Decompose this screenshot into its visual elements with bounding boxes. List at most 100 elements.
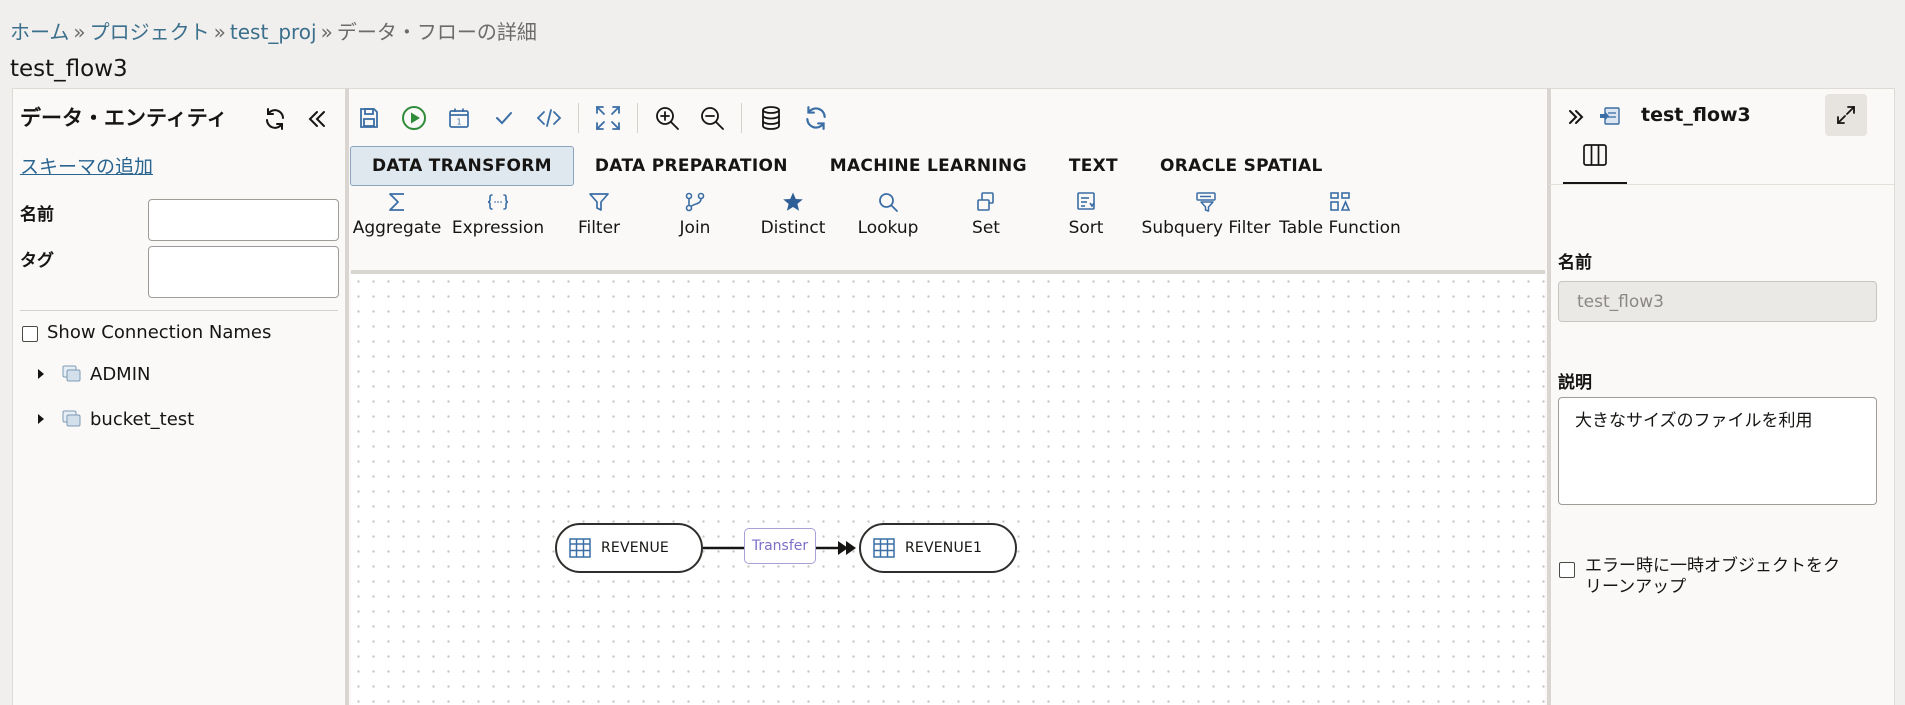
palette-item-label: Distinct bbox=[760, 218, 826, 238]
table-icon bbox=[873, 538, 895, 558]
double-chevron-right-icon bbox=[1569, 110, 1584, 124]
cleanup-on-error-label: エラー時に一時オブジェクトをク リーンアップ bbox=[1585, 556, 1840, 598]
cleanup-label-line: リーンアップ bbox=[1585, 577, 1687, 597]
name-filter-input[interactable] bbox=[148, 199, 339, 241]
palette-item-label: Aggregate bbox=[352, 218, 442, 238]
breadcrumb-project-link[interactable]: test_proj bbox=[230, 20, 317, 44]
toolbar-separator bbox=[637, 103, 638, 133]
description-label: 説明 bbox=[1558, 373, 1592, 393]
database-button[interactable] bbox=[755, 102, 787, 134]
check-icon bbox=[496, 112, 512, 125]
star-icon bbox=[782, 188, 804, 216]
connector-lines bbox=[703, 541, 856, 555]
subquery-filter-icon bbox=[1195, 188, 1217, 216]
expression-icon bbox=[485, 188, 511, 216]
breadcrumb-separator: » bbox=[213, 20, 226, 44]
toolbar-separator bbox=[578, 103, 579, 133]
palette-item-label: Lookup bbox=[857, 218, 919, 238]
add-schema-link[interactable]: スキーマの追加 bbox=[20, 152, 153, 179]
tab-oracle-spatial[interactable]: ORACLE SPATIAL bbox=[1139, 146, 1344, 186]
validate-button[interactable] bbox=[488, 102, 520, 134]
save-button[interactable] bbox=[353, 102, 385, 134]
tag-filter-input[interactable] bbox=[148, 246, 339, 298]
expand-icon bbox=[1837, 106, 1855, 124]
palette-item-distinct[interactable]: Distinct bbox=[753, 188, 833, 238]
collapse-panel-button[interactable] bbox=[302, 104, 332, 134]
breadcrumb-projects-link[interactable]: プロジェクト bbox=[90, 20, 210, 44]
toolbar: 1 bbox=[353, 102, 832, 134]
tab-data-preparation[interactable]: DATA PREPARATION bbox=[574, 146, 809, 186]
tree-item-label: bucket_test bbox=[90, 408, 195, 430]
target-node-revenue1[interactable]: REVENUE1 bbox=[859, 523, 1017, 573]
zoom-in-button[interactable] bbox=[651, 102, 683, 134]
editor-area: 1 DATA TRANSFORM DATA PREPARATION MACHIN… bbox=[349, 88, 1547, 705]
zoom-out-button[interactable] bbox=[696, 102, 728, 134]
caret-right-icon[interactable] bbox=[38, 369, 44, 379]
breadcrumb-separator: » bbox=[320, 20, 333, 44]
zoom-in-icon bbox=[656, 107, 679, 130]
expand-panel-toggle[interactable] bbox=[1563, 104, 1589, 130]
flow-name-field: test_flow3 bbox=[1558, 281, 1877, 322]
tab-machine-learning[interactable]: MACHINE LEARNING bbox=[809, 146, 1048, 186]
palette-item-label: Subquery Filter bbox=[1141, 218, 1271, 238]
palette-item-filter[interactable]: Filter bbox=[569, 188, 629, 238]
component-palette: Aggregate Expression Filter Join Distinc… bbox=[349, 188, 1547, 248]
refresh-icon bbox=[266, 108, 284, 130]
palette-item-label: Filter bbox=[577, 218, 621, 238]
palette-item-subquery-filter[interactable]: Subquery Filter bbox=[1141, 188, 1271, 238]
show-connection-names-checkbox[interactable] bbox=[22, 326, 38, 342]
tree-item-admin[interactable]: ADMIN bbox=[38, 359, 150, 389]
palette-item-label: Sort bbox=[1068, 218, 1104, 238]
name-label: 名前 bbox=[20, 205, 54, 225]
zoom-out-icon bbox=[701, 107, 724, 130]
breadcrumb-separator: » bbox=[73, 20, 86, 44]
panel-title: データ・エンティティ bbox=[20, 106, 228, 130]
schedule-button[interactable]: 1 bbox=[443, 102, 475, 134]
palette-item-lookup[interactable]: Lookup bbox=[853, 188, 923, 238]
cleanup-on-error-checkbox[interactable] bbox=[1559, 562, 1575, 578]
palette-item-label: Table Function bbox=[1279, 218, 1401, 238]
join-icon bbox=[684, 188, 706, 216]
table-icon bbox=[569, 538, 591, 558]
refresh-entities-button[interactable] bbox=[260, 104, 290, 134]
source-node-revenue[interactable]: REVENUE bbox=[555, 523, 703, 573]
tree-item-label: ADMIN bbox=[90, 363, 151, 385]
maximize-button[interactable] bbox=[1825, 94, 1867, 136]
search-icon bbox=[877, 188, 899, 216]
tab-data-transform[interactable]: DATA TRANSFORM bbox=[350, 146, 574, 186]
svg-text:1: 1 bbox=[456, 118, 461, 127]
palette-item-sort[interactable]: Sort bbox=[1061, 188, 1111, 238]
palette-item-aggregate[interactable]: Aggregate bbox=[353, 188, 441, 238]
caret-right-icon[interactable] bbox=[38, 414, 44, 424]
run-icon bbox=[402, 106, 426, 130]
breadcrumb-home-link[interactable]: ホーム bbox=[10, 20, 69, 44]
save-icon bbox=[360, 108, 378, 128]
component-tabs: DATA TRANSFORM DATA PREPARATION MACHINE … bbox=[350, 146, 1344, 186]
palette-item-expression[interactable]: Expression bbox=[451, 188, 545, 238]
palette-item-set[interactable]: Set bbox=[961, 188, 1011, 238]
sigma-icon bbox=[387, 188, 407, 216]
fit-to-screen-button[interactable] bbox=[592, 102, 624, 134]
database-icon bbox=[762, 106, 780, 130]
run-button[interactable] bbox=[398, 102, 430, 134]
refresh-button[interactable] bbox=[800, 102, 832, 134]
tab-properties[interactable] bbox=[1563, 128, 1627, 185]
table-function-icon bbox=[1329, 188, 1351, 216]
data-flow-canvas[interactable]: REVENUE Transfer REVENUE1 bbox=[351, 270, 1545, 705]
tree-item-bucket-test[interactable]: bucket_test bbox=[38, 404, 194, 434]
schema-icon bbox=[62, 365, 81, 382]
transfer-link-label[interactable]: Transfer bbox=[744, 528, 816, 564]
node-label: REVENUE bbox=[601, 540, 669, 556]
schedule-icon: 1 bbox=[449, 108, 469, 128]
palette-item-label: Expression bbox=[451, 218, 545, 238]
columns-icon bbox=[1583, 144, 1607, 166]
palette-item-join[interactable]: Join bbox=[665, 188, 725, 238]
generate-code-button[interactable] bbox=[533, 102, 565, 134]
palette-item-table-function[interactable]: Table Function bbox=[1277, 188, 1403, 238]
page-title: test_flow3 bbox=[10, 56, 128, 82]
tab-text[interactable]: TEXT bbox=[1048, 146, 1139, 186]
palette-item-label: Join bbox=[679, 218, 711, 238]
properties-panel: test_flow3 名前 test_flow3 説明 大きなサイズのファイルを… bbox=[1549, 88, 1895, 705]
description-textarea[interactable]: 大きなサイズのファイルを利用 bbox=[1558, 397, 1877, 505]
tag-label: タグ bbox=[20, 251, 54, 271]
